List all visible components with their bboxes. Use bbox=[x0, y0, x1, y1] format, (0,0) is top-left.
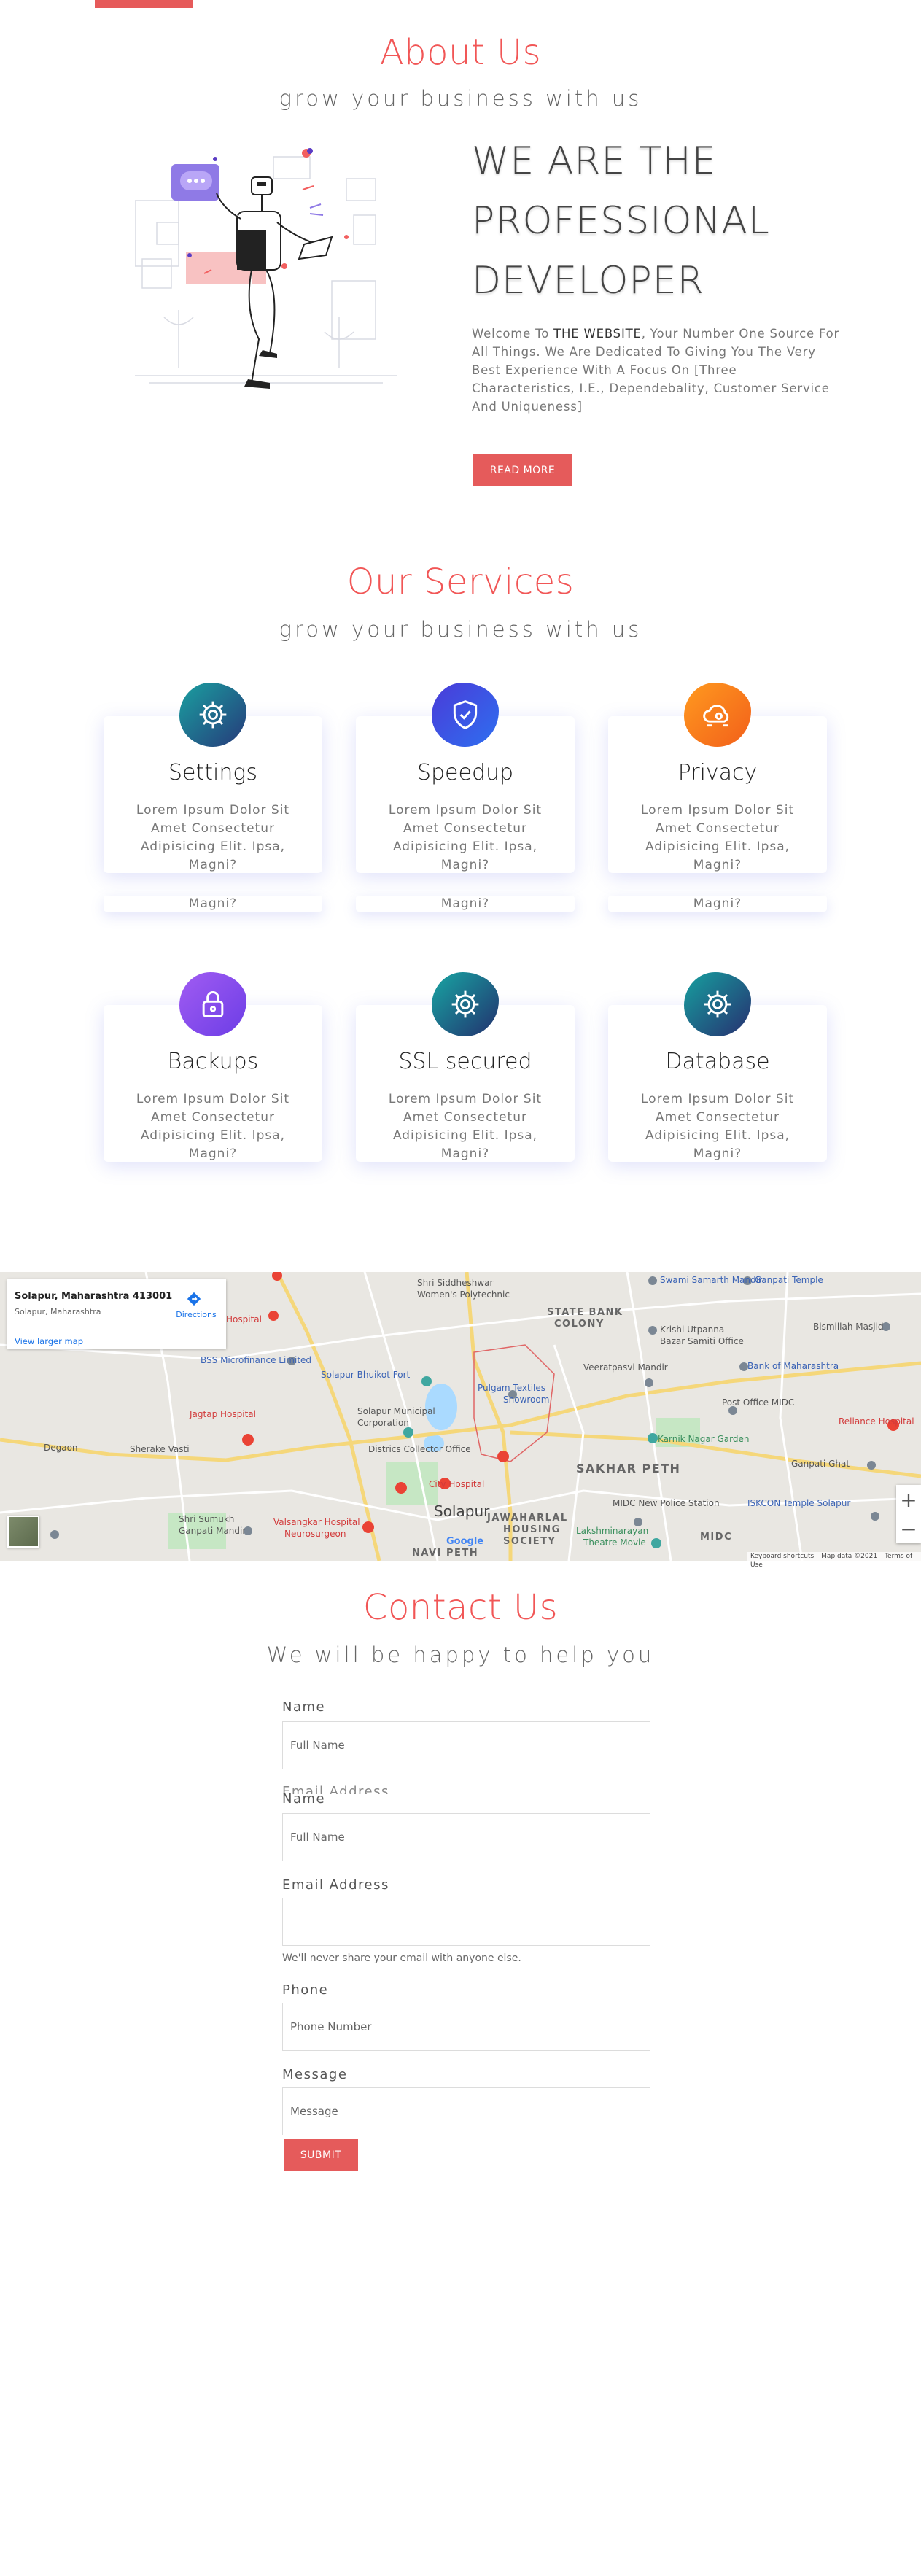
map-label: Ganpati Temple bbox=[755, 1275, 823, 1285]
service-card-desc: Lorem Ipsum Dolor Sit Amet Consectetur A… bbox=[388, 803, 543, 872]
map-label: Showroom bbox=[503, 1394, 550, 1405]
about-subtitle: grow your business with us bbox=[279, 86, 642, 111]
about-text-intro: Welcome To bbox=[472, 327, 554, 341]
contact-subtitle: We will be happy to help you bbox=[266, 1642, 655, 1667]
map-label: MIDC bbox=[700, 1532, 733, 1543]
service-card-overflow: Magni? bbox=[104, 896, 322, 912]
message-input[interactable] bbox=[282, 2087, 650, 2135]
email-label: Email Address bbox=[282, 1877, 389, 1893]
map-footer: Keyboard shortcuts Map data ©2021 Terms of… bbox=[747, 1552, 921, 1569]
map-label: Valsangkar Hospital bbox=[273, 1517, 360, 1527]
message-label: Message bbox=[282, 2067, 348, 2082]
about-heading-line: WE ARE THE bbox=[472, 139, 717, 183]
map-label: BSS Microfinance Limited bbox=[201, 1355, 312, 1365]
email-help-text: We'll never share your email with anyone… bbox=[282, 1952, 521, 1964]
map-label: Karnik Nagar Garden bbox=[658, 1434, 750, 1444]
map-label: MIDC New Police Station bbox=[613, 1498, 720, 1508]
keyboard-shortcuts-link[interactable]: Keyboard shortcuts bbox=[750, 1553, 814, 1560]
map-zoom-controls: + − bbox=[896, 1485, 921, 1543]
service-card-desc: Lorem Ipsum Dolor Sit Amet Consectetur A… bbox=[388, 1092, 543, 1161]
service-card-desc: Lorem Ipsum Dolor Sit Amet Consectetur A… bbox=[640, 803, 795, 872]
map-label: COLONY bbox=[554, 1319, 605, 1330]
service-card-title: Privacy bbox=[677, 760, 758, 785]
map-label: HOUSING bbox=[503, 1524, 561, 1535]
name-input-2[interactable] bbox=[282, 1813, 650, 1861]
map-label: Solapur Municipal bbox=[357, 1406, 435, 1416]
view-larger-map-link[interactable]: View larger map bbox=[15, 1336, 83, 1346]
map-place-name: Solapur, Maharashtra 413001 bbox=[15, 1291, 173, 1302]
map-label: NAVI PETH bbox=[412, 1548, 479, 1559]
map-label: Corporation bbox=[357, 1418, 409, 1428]
map-data-credit: Map data ©2021 bbox=[821, 1553, 878, 1560]
contact-title: Contact Us bbox=[362, 1587, 559, 1628]
name-label-2: Name bbox=[282, 1791, 326, 1807]
phone-input[interactable] bbox=[282, 2003, 650, 2051]
map-label: City Hospital bbox=[429, 1479, 485, 1489]
map-label: Shri Siddheshwar bbox=[417, 1278, 494, 1288]
map-label: Sherake Vasti bbox=[130, 1444, 190, 1454]
satellite-toggle[interactable] bbox=[7, 1516, 39, 1548]
services-subtitle: grow your business with us bbox=[279, 617, 642, 642]
about-title: About Us bbox=[379, 32, 542, 73]
map-label: Solapur Bhuikot Fort bbox=[321, 1370, 411, 1380]
name-label: Name bbox=[282, 1699, 326, 1715]
map-label: Hospital bbox=[226, 1314, 262, 1324]
name-input[interactable] bbox=[282, 1721, 650, 1769]
about-heading-line: DEVELOPER bbox=[472, 259, 704, 303]
service-card-title: Settings bbox=[168, 760, 257, 785]
about-heading-line: PROFESSIONAL bbox=[472, 199, 770, 243]
map-info-card: Solapur, Maharashtra 413001 Solapur, Mah… bbox=[7, 1279, 226, 1349]
map-label: JAWAHARLAL bbox=[487, 1513, 568, 1524]
service-card-overflow: Magni? bbox=[608, 896, 827, 912]
map-label: Swami Samarth Mandir bbox=[660, 1275, 762, 1285]
map-label: Ganpati Mandir bbox=[179, 1526, 246, 1536]
about-description: Welcome To THE WEBSITE, Your Number One … bbox=[472, 325, 840, 416]
email-input[interactable] bbox=[282, 1898, 650, 1946]
services-title: Our Services bbox=[346, 562, 575, 602]
about-brand: THE WEBSITE bbox=[553, 327, 642, 341]
robot-illustration bbox=[135, 148, 397, 389]
map-label: Lakshminarayan bbox=[576, 1526, 649, 1536]
map-label: Veeratpasvi Mandir bbox=[583, 1362, 668, 1373]
service-card-title: Database bbox=[665, 1049, 770, 1074]
service-card-overflow: Magni? bbox=[356, 896, 575, 912]
map-label: Theatre Movie bbox=[583, 1537, 646, 1548]
map-place-address: Solapur, Maharashtra bbox=[15, 1307, 101, 1316]
service-card-title: SSL secured bbox=[398, 1049, 532, 1074]
service-card-title: Backups bbox=[167, 1049, 259, 1074]
map-label: Jagtap Hospital bbox=[190, 1409, 256, 1419]
read-more-button[interactable]: READ MORE bbox=[473, 454, 572, 486]
phone-label: Phone bbox=[282, 1982, 329, 1998]
map-label: Post Office MIDC bbox=[722, 1397, 795, 1408]
map-label: Krishi Utpanna bbox=[660, 1324, 725, 1335]
about-heading: WE ARE THE PROFESSIONAL DEVELOPER bbox=[472, 131, 807, 311]
map-label: Ganpati Ghat bbox=[791, 1459, 850, 1469]
top-accent-bar bbox=[95, 0, 193, 8]
map-label: Bank of Maharashtra bbox=[747, 1361, 839, 1371]
map-label: Reliance Hospital bbox=[839, 1416, 914, 1427]
map-label: SOCIETY bbox=[503, 1536, 556, 1547]
map-label: Solapur bbox=[434, 1502, 490, 1520]
map-label: Pulgam Textiles bbox=[478, 1383, 546, 1393]
service-card-desc: Lorem Ipsum Dolor Sit Amet Consectetur A… bbox=[640, 1092, 795, 1161]
map-label: Shri Sumukh bbox=[179, 1514, 235, 1524]
map-label: Bazar Samiti Office bbox=[660, 1336, 744, 1346]
map-label: Bismillah Masjid bbox=[813, 1322, 884, 1332]
map-label: Neurosurgeon bbox=[284, 1529, 346, 1539]
google-logo: Google bbox=[446, 1536, 484, 1547]
map-label: Districs Collector Office bbox=[368, 1444, 471, 1454]
directions-link[interactable]: Directions bbox=[175, 1310, 217, 1319]
map-label: STATE BANK bbox=[547, 1307, 623, 1318]
submit-button[interactable]: SUBMIT bbox=[284, 2139, 358, 2171]
service-card-desc: Lorem Ipsum Dolor Sit Amet Consectetur A… bbox=[136, 1092, 290, 1161]
map-label: Women's Polytechnic bbox=[417, 1289, 510, 1300]
zoom-out-button[interactable]: − bbox=[896, 1514, 921, 1543]
map-label: ISKCON Temple Solapur bbox=[747, 1498, 851, 1508]
map-label: SAKHAR PETH bbox=[576, 1462, 681, 1475]
map-label: Degaon bbox=[44, 1443, 78, 1453]
zoom-in-button[interactable]: + bbox=[896, 1485, 921, 1514]
service-card-desc: Lorem Ipsum Dolor Sit Amet Consectetur A… bbox=[136, 803, 290, 872]
directions-icon[interactable] bbox=[186, 1291, 202, 1307]
service-card-title: Speedup bbox=[416, 760, 514, 785]
